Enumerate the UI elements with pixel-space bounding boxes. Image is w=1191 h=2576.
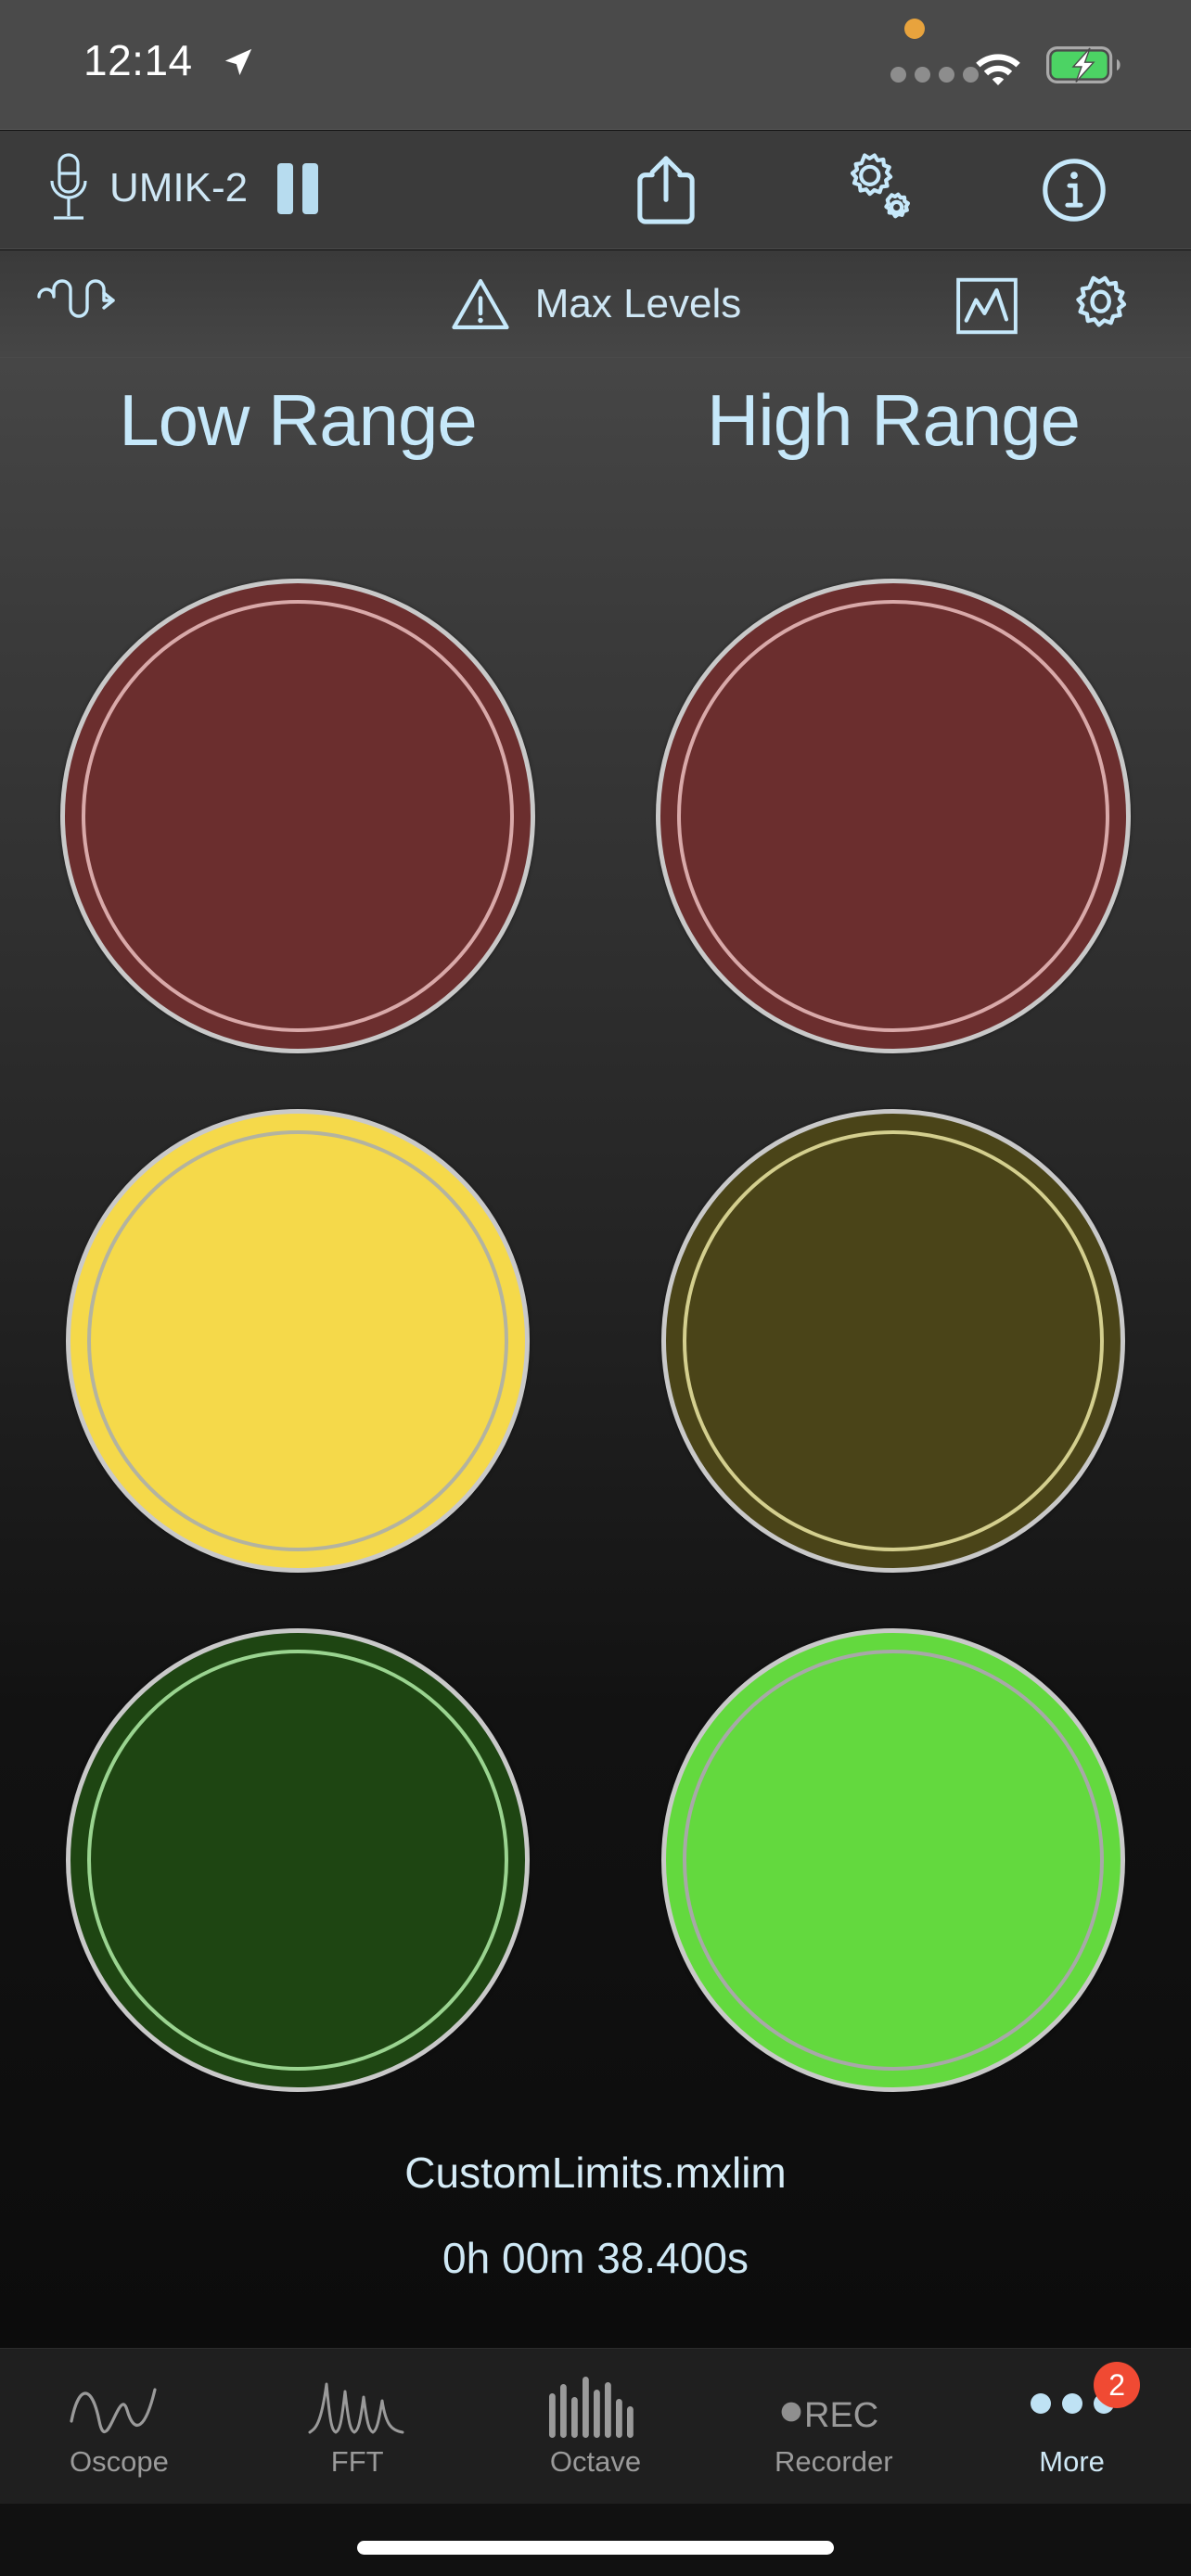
lights-grid [0,579,1191,2092]
mic-privacy-orange-dot-icon [904,19,925,39]
status-time: 12:14 [83,36,193,84]
location-arrow-icon [224,48,252,76]
tab-label-fft: FFT [330,2445,384,2478]
tab-label-octave: Octave [549,2445,642,2478]
light-row-green [0,1628,1191,2092]
light-cell-low-green [0,1628,596,2092]
indicator-light-high-green[interactable] [661,1628,1125,2092]
sine-wave-icon [68,2369,170,2438]
column-header-low: Low Range [119,379,478,461]
app-screen: 12:14 UMIK-2 Max Levels Low Range High R… [0,0,1191,2576]
share-icon[interactable] [633,153,699,227]
limits-file-name[interactable]: CustomLimits.mxlim [0,2148,1191,2198]
pause-button[interactable] [277,162,319,214]
tab-recorder[interactable]: REC Recorder [714,2349,953,2504]
rec-dot-icon: REC [778,2369,890,2438]
double-gears-icon[interactable] [833,151,911,229]
cellular-dots-icon [890,67,979,83]
indicator-light-high-red[interactable] [656,579,1131,1053]
range-headers: Low Range High Range [0,378,1191,463]
elapsed-time-label: 0h 00m 38.400s [442,2234,749,2282]
tab-label-more: More [1039,2445,1105,2478]
indicator-light-low-red[interactable] [60,579,535,1053]
light-row-red [0,579,1191,1053]
gear-icon[interactable] [1069,274,1130,336]
more-badge: 2 [1094,2362,1141,2408]
panel-title: Max Levels [534,281,742,326]
top-toolbar: UMIK-2 [0,131,1191,249]
microphone-icon[interactable] [45,151,93,225]
tab-label-oscope: Oscope [69,2445,169,2478]
warning-triangle-icon[interactable] [450,276,511,332]
indicator-light-low-green[interactable] [66,1628,530,2092]
status-bar: 12:14 [0,0,1191,130]
svg-text:REC: REC [804,2396,878,2435]
indicator-light-low-yellow[interactable] [66,1109,530,1573]
fft-peaks-icon [306,2369,408,2438]
indicator-light-high-yellow[interactable] [661,1109,1125,1573]
octave-bars-icon [547,2369,644,2438]
light-cell-high-yellow [596,1109,1191,1573]
chart-in-box-icon[interactable] [955,276,1018,336]
column-header-high: High Range [707,379,1081,461]
light-cell-low-red [0,579,596,1053]
tab-bar: Oscope FFT Octave REC Recorder 2 More [0,2348,1191,2504]
tab-more[interactable]: 2 More [953,2349,1191,2504]
tab-octave[interactable]: Octave [477,2349,715,2504]
tab-fft[interactable]: FFT [238,2349,477,2504]
info-circle-icon[interactable] [1041,157,1108,223]
light-cell-high-green [596,1628,1191,2092]
sub-toolbar: Max Levels [0,250,1191,358]
max-levels-panel: Low Range High Range CustomLimits.mxlim … [0,358,1191,2348]
wifi-icon [976,54,1020,85]
tab-oscope[interactable]: Oscope [0,2349,238,2504]
home-indicator[interactable] [357,2541,834,2555]
light-cell-low-yellow [0,1109,596,1573]
light-cell-high-red [596,579,1191,1053]
battery-charging-icon [1046,46,1121,83]
light-row-yellow [0,1109,1191,1573]
tab-label-recorder: Recorder [775,2445,893,2478]
mic-device-group[interactable]: UMIK-2 [45,151,319,225]
device-name-label: UMIK-2 [109,165,249,210]
